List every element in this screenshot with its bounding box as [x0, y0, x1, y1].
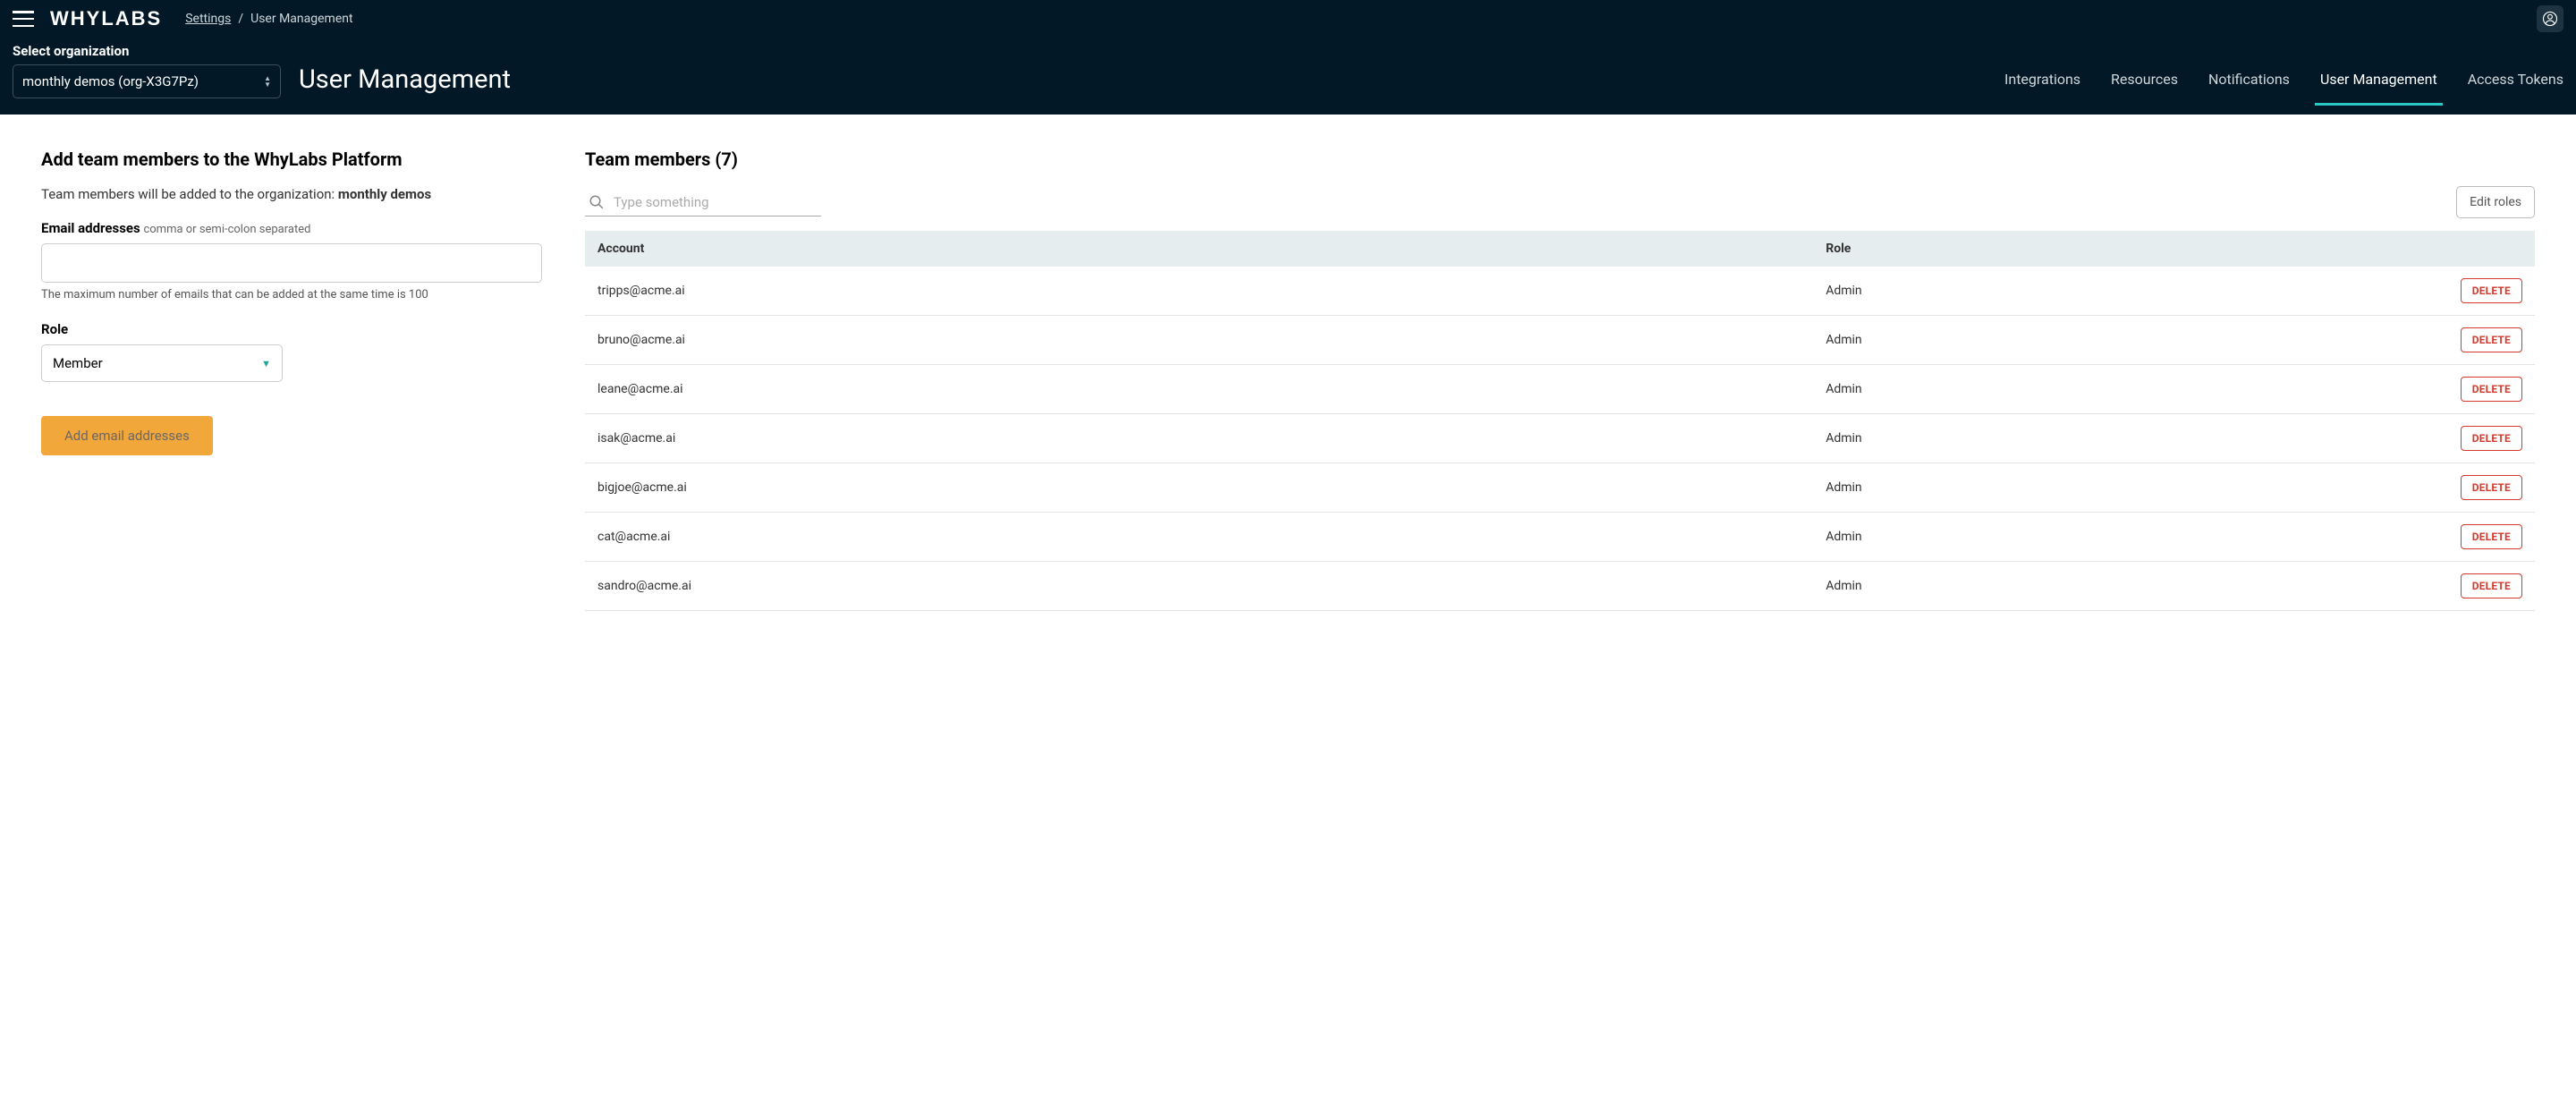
table-row: leane@acme.aiAdmin DELETE: [585, 365, 2535, 414]
search-input[interactable]: [614, 194, 818, 210]
cell-role: Admin: [1813, 414, 2445, 463]
cell-actions: DELETE: [2445, 316, 2535, 365]
col-role: Role: [1813, 231, 2445, 267]
table-row: isak@acme.aiAdmin DELETE: [585, 414, 2535, 463]
cell-role: Admin: [1813, 513, 2445, 562]
cell-role: Admin: [1813, 267, 2445, 316]
members-title: Team members (7): [585, 149, 2535, 170]
select-arrows-icon: ▲▼: [264, 75, 271, 88]
add-emails-button[interactable]: Add email addresses: [41, 416, 213, 455]
members-table: Account Role tripps@acme.aiAdminDELETEbr…: [585, 231, 2535, 611]
table-row: bigjoe@acme.aiAdmin DELETE: [585, 463, 2535, 513]
role-select[interactable]: Member ▼: [41, 344, 283, 382]
delete-button[interactable]: DELETE: [2461, 426, 2522, 451]
members-panel: Team members (7) Edit roles Account Role…: [585, 149, 2535, 611]
header-top: WHYLABS Settings / User Management: [13, 0, 2563, 38]
delete-button[interactable]: DELETE: [2461, 573, 2522, 598]
add-title: Add team members to the WhyLabs Platform: [41, 149, 542, 170]
cell-account: leane@acme.ai: [585, 365, 1813, 414]
cell-account: bigjoe@acme.ai: [585, 463, 1813, 513]
page-title: User Management: [299, 64, 511, 98]
user-icon: [2542, 11, 2558, 27]
cell-actions: DELETE: [2445, 365, 2535, 414]
delete-button[interactable]: DELETE: [2461, 524, 2522, 549]
role-value: Member: [53, 355, 103, 371]
org-select-value: monthly demos (org-X3G7Pz): [22, 73, 199, 89]
nav-tabs: Integrations Resources Notifications User M…: [2004, 71, 2563, 98]
cell-role: Admin: [1813, 316, 2445, 365]
search-icon: [589, 194, 605, 210]
cell-account: tripps@acme.ai: [585, 267, 1813, 316]
cell-account: sandro@acme.ai: [585, 562, 1813, 611]
table-row: sandro@acme.aiAdmin DELETE: [585, 562, 2535, 611]
tab-notifications[interactable]: Notifications: [2208, 71, 2290, 89]
cell-account: cat@acme.ai: [585, 513, 1813, 562]
delete-button[interactable]: DELETE: [2461, 475, 2522, 500]
breadcrumb-settings[interactable]: Settings: [185, 12, 231, 26]
cell-role: Admin: [1813, 562, 2445, 611]
logo: WHYLABS: [50, 7, 162, 30]
tab-integrations[interactable]: Integrations: [2004, 71, 2080, 89]
cell-actions: DELETE: [2445, 267, 2535, 316]
delete-button[interactable]: DELETE: [2461, 327, 2522, 352]
cell-actions: DELETE: [2445, 463, 2535, 513]
header-bottom: Select organization monthly demos (org-X…: [13, 38, 2563, 115]
add-desc-prefix: Team members will be added to the organi…: [41, 186, 338, 202]
add-desc-org: monthly demos: [338, 186, 431, 202]
delete-button[interactable]: DELETE: [2461, 278, 2522, 303]
cell-actions: DELETE: [2445, 513, 2535, 562]
cell-actions: DELETE: [2445, 414, 2535, 463]
table-header-row: Account Role: [585, 231, 2535, 267]
breadcrumb-current: User Management: [250, 12, 352, 26]
delete-button[interactable]: DELETE: [2461, 377, 2522, 402]
org-block: Select organization monthly demos (org-X…: [13, 43, 281, 98]
add-members-panel: Add team members to the WhyLabs Platform…: [41, 149, 542, 611]
email-label-text: Email addresses: [41, 220, 140, 236]
table-row: bruno@acme.aiAdmin DELETE: [585, 316, 2535, 365]
col-account: Account: [585, 231, 1813, 267]
tab-access-tokens[interactable]: Access Tokens: [2468, 71, 2563, 89]
caret-down-icon: ▼: [261, 358, 271, 369]
role-label: Role: [41, 321, 542, 337]
tab-user-management[interactable]: User Management: [2320, 71, 2437, 89]
tab-resources[interactable]: Resources: [2111, 71, 2178, 89]
email-label: Email addresses comma or semi-colon sepa…: [41, 220, 542, 236]
org-select[interactable]: monthly demos (org-X3G7Pz) ▲▼: [13, 64, 281, 98]
cell-role: Admin: [1813, 463, 2445, 513]
edit-roles-button[interactable]: Edit roles: [2456, 186, 2535, 218]
breadcrumb-sep: /: [238, 12, 243, 26]
cell-actions: DELETE: [2445, 562, 2535, 611]
table-row: tripps@acme.aiAdmin DELETE: [585, 267, 2535, 316]
email-helper: The maximum number of emails that can be…: [41, 288, 542, 301]
email-input[interactable]: [41, 243, 542, 283]
cell-role: Admin: [1813, 365, 2445, 414]
main-content: Add team members to the WhyLabs Platform…: [0, 115, 2576, 645]
org-label: Select organization: [13, 43, 281, 59]
add-desc: Team members will be added to the organi…: [41, 186, 542, 202]
members-tbody: tripps@acme.aiAdminDELETEbruno@acme.aiAd…: [585, 267, 2535, 611]
col-actions: [2445, 231, 2535, 267]
app-header: WHYLABS Settings / User Management Selec…: [0, 0, 2576, 115]
user-avatar[interactable]: [2537, 5, 2563, 32]
breadcrumb: Settings / User Management: [185, 12, 352, 26]
cell-account: isak@acme.ai: [585, 414, 1813, 463]
table-row: cat@acme.aiAdmin DELETE: [585, 513, 2535, 562]
email-hint: comma or semi-colon separated: [143, 223, 310, 236]
search-wrap[interactable]: [585, 189, 821, 216]
cell-account: bruno@acme.ai: [585, 316, 1813, 365]
menu-icon[interactable]: [13, 11, 34, 27]
search-row: Edit roles: [585, 186, 2535, 218]
